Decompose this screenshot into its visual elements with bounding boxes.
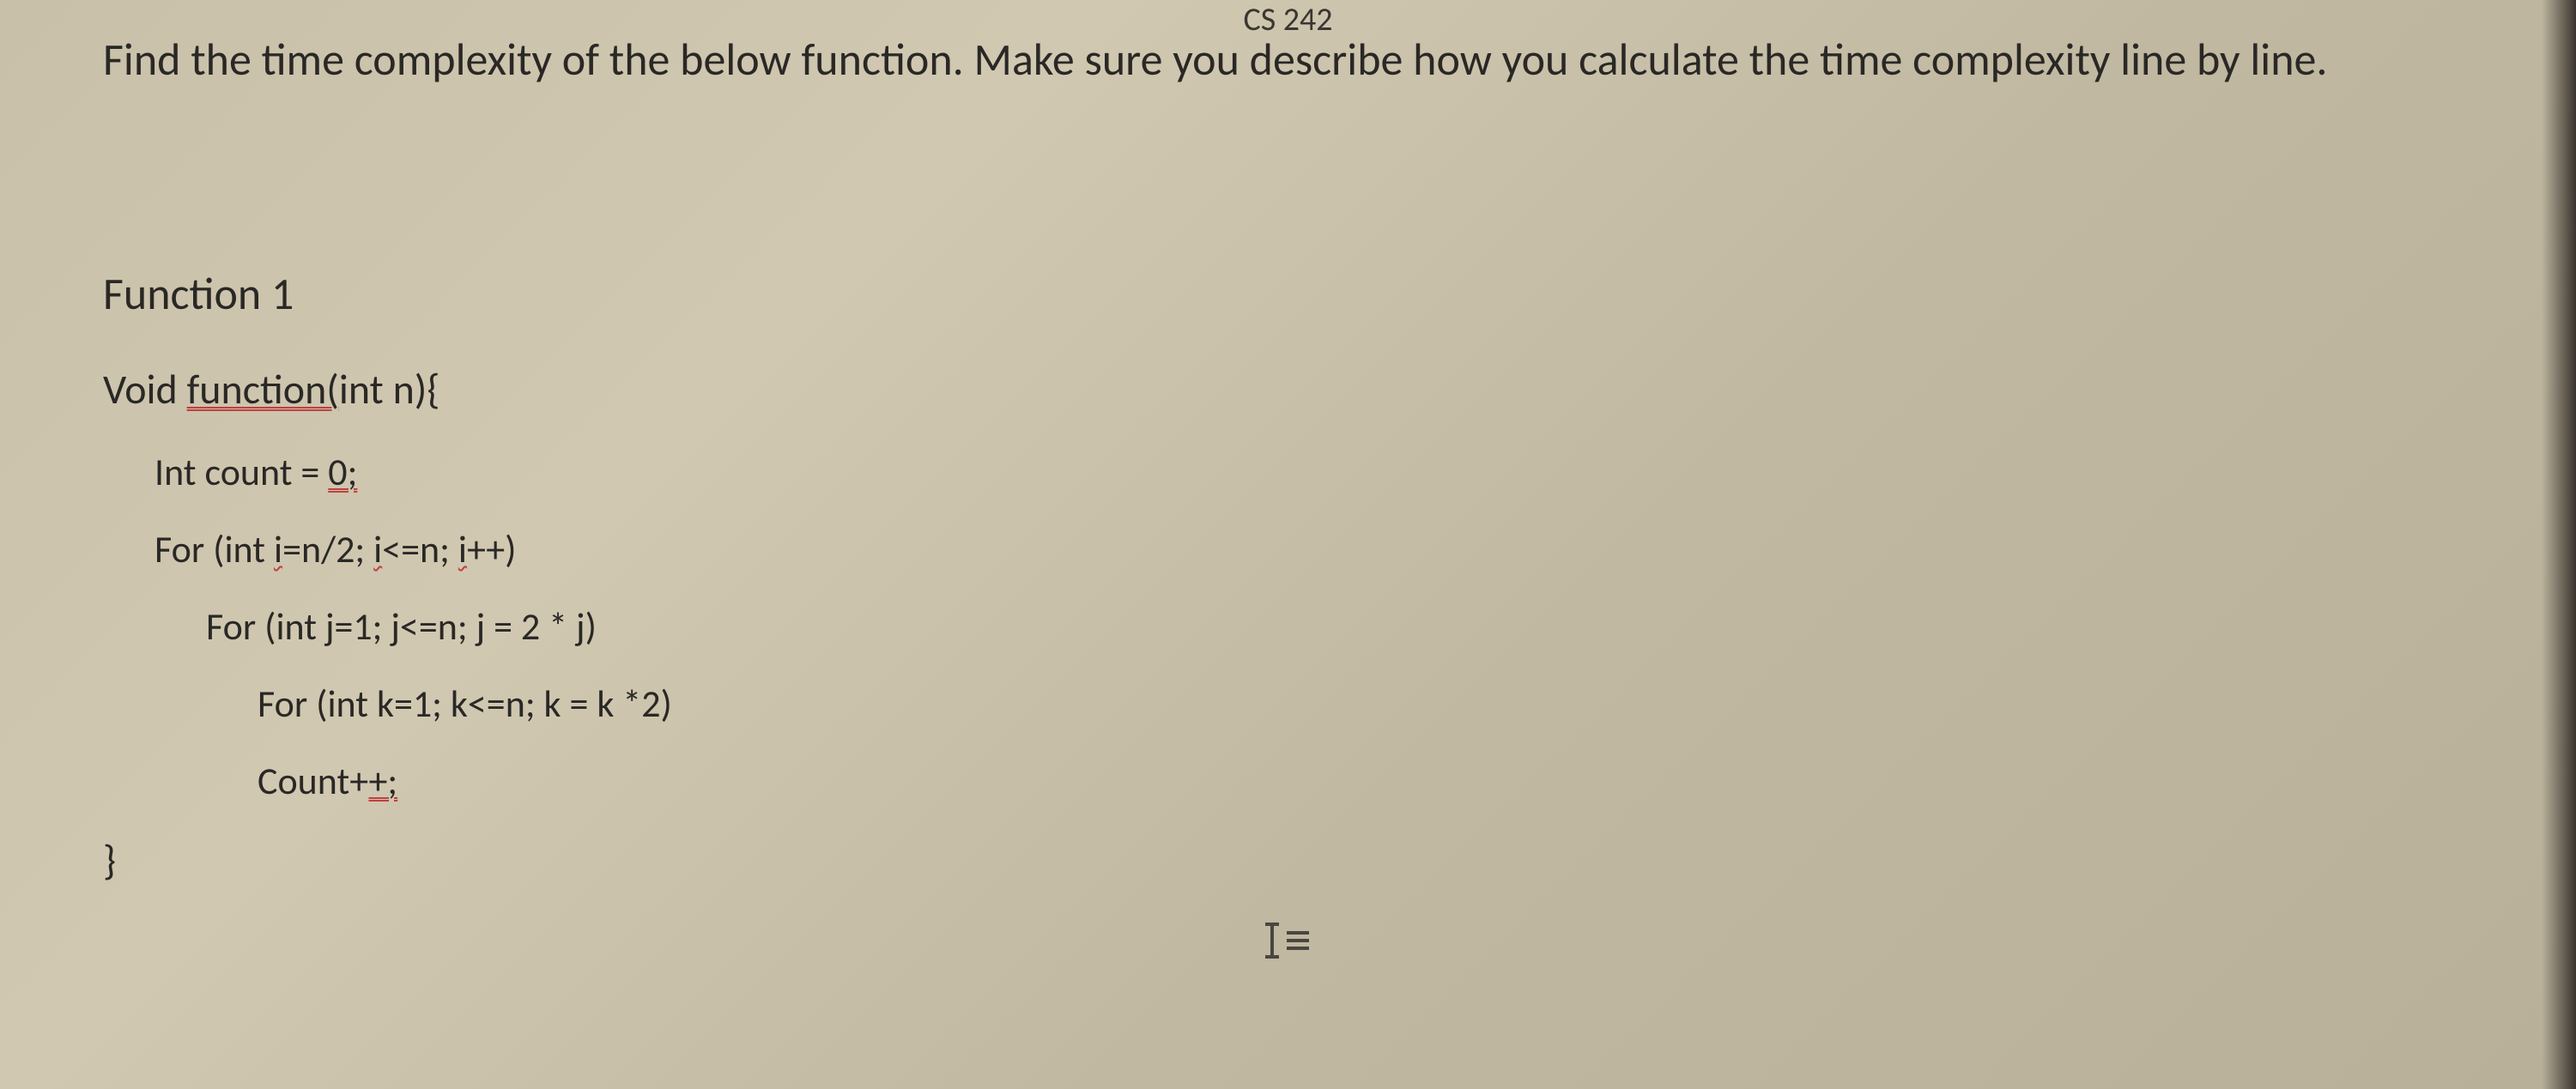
count-incr-line: Count++; [258,758,672,804]
function-title: Function 1 [103,266,672,321]
init-val: 0; [328,449,357,495]
for-i-e: <=n; [382,526,458,572]
decl-name: function( [187,364,339,414]
text-cursor-icon [1270,918,1309,959]
for-i-d: i [373,526,382,572]
for-i-g: ++) [467,526,517,572]
for-j-line: For (int j=1; j<=n; j = 2 * j) [206,603,672,650]
close-brace: } [103,835,672,886]
for-k-line: For (int k=1; k<=n; k = k *2) [258,681,672,727]
decl-suffix: int n){ [339,364,440,414]
for-i-a: For (int [155,526,274,572]
count-b: +; [368,758,397,804]
for-i-f: i [458,526,467,572]
for-i-b: i [274,526,282,572]
function-block: Function 1 Void function(int n){ Int cou… [103,266,672,886]
init-prefix: Int count = [155,449,328,495]
for-i-line: For (int i=n/2; i<=n; i++) [155,526,672,572]
count-a: Count+ [258,758,368,804]
count-init-line: Int count = 0; [155,449,672,495]
function-declaration: Void function(int n){ [103,364,672,414]
decl-prefix: Void [103,364,187,414]
screen-edge-shadow [2542,0,2576,1089]
question-prompt: Find the time complexity of the below fu… [103,26,2524,93]
for-i-c: =n/2; [282,526,373,572]
